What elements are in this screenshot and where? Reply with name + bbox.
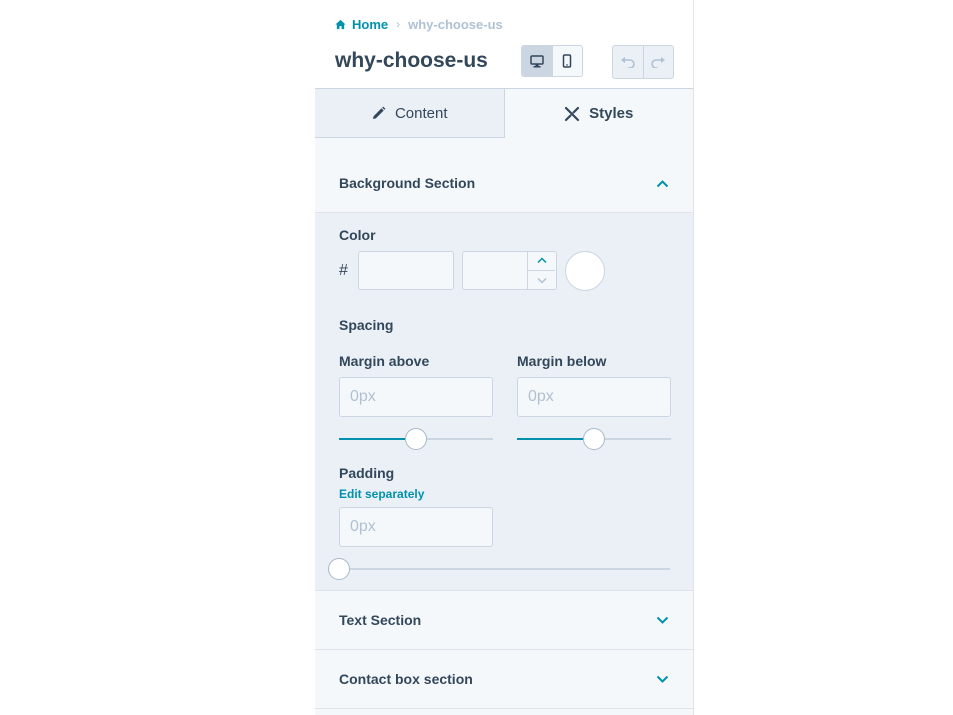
desktop-view-button[interactable]	[522, 46, 552, 76]
styles-panel: Background Section Color # Spacing Margi…	[315, 138, 693, 715]
chevron-up-icon	[536, 257, 547, 264]
device-toggle	[521, 45, 583, 77]
text-section-header[interactable]: Text Section	[315, 591, 693, 650]
color-swatch-button[interactable]	[565, 251, 605, 291]
hash-symbol: #	[339, 262, 348, 279]
margin-above-slider-handle[interactable]	[405, 428, 427, 450]
desktop-icon	[530, 54, 544, 67]
breadcrumb-home-link[interactable]: Home	[352, 17, 388, 32]
tab-styles[interactable]: Styles	[504, 89, 693, 138]
chevron-down-icon	[536, 277, 547, 284]
margin-below-input[interactable]: 0px	[517, 377, 671, 417]
breadcrumb: Home › why-choose-us	[335, 16, 503, 32]
editor-sidebar: Home › why-choose-us why-choose-us Conte…	[315, 0, 694, 715]
pencil-icon	[372, 106, 386, 119]
home-icon	[335, 19, 346, 29]
background-section-header[interactable]: Background Section	[315, 154, 693, 213]
editor-tabs: Content Styles	[315, 88, 693, 138]
breadcrumb-current: why-choose-us	[408, 16, 503, 32]
padding-slider[interactable]	[328, 558, 670, 580]
opacity-stepper	[527, 251, 555, 290]
redo-icon	[651, 57, 666, 68]
margin-above-label: Margin above	[339, 353, 430, 369]
padding-slider-handle[interactable]	[328, 558, 350, 580]
edit-separately-link[interactable]: Edit separately	[339, 487, 424, 501]
tab-styles-label: Styles	[589, 105, 634, 122]
chevron-down-icon	[656, 616, 669, 624]
chevron-up-icon	[656, 179, 669, 187]
tab-content-label: Content	[394, 104, 448, 122]
margin-below-label: Margin below	[517, 353, 607, 369]
undo-button[interactable]	[613, 46, 643, 78]
mobile-view-button[interactable]	[551, 46, 583, 76]
contact-box-section-header[interactable]: Contact box section	[315, 650, 693, 709]
color-hex-input[interactable]	[358, 251, 454, 290]
history-controls	[612, 45, 674, 79]
padding-label: Padding	[339, 465, 395, 481]
spacing-label: Spacing	[339, 317, 394, 333]
padding-input[interactable]: 0px	[339, 507, 493, 547]
redo-button[interactable]	[642, 46, 674, 78]
margin-below-slider-handle[interactable]	[583, 428, 605, 450]
breadcrumb-separator: ›	[396, 17, 401, 31]
contact-box-section-title: Contact box section	[339, 671, 473, 687]
background-section-body: Color # Spacing Margin above 0px Margin …	[315, 213, 693, 591]
color-label: Color	[339, 227, 376, 243]
text-section-title: Text Section	[339, 612, 422, 628]
margin-above-input[interactable]: 0px	[339, 377, 493, 417]
opacity-decrement[interactable]	[528, 270, 555, 290]
mobile-icon	[563, 54, 572, 68]
opacity-increment[interactable]	[528, 251, 555, 270]
background-section-title: Background Section	[339, 175, 476, 191]
margin-below-slider[interactable]	[517, 428, 671, 450]
chevron-down-icon	[656, 675, 669, 683]
brush-icon	[565, 106, 580, 121]
tab-content[interactable]: Content	[315, 89, 505, 138]
margin-above-slider[interactable]	[339, 428, 493, 450]
page-title: why-choose-us	[335, 49, 488, 72]
undo-icon	[620, 57, 635, 68]
